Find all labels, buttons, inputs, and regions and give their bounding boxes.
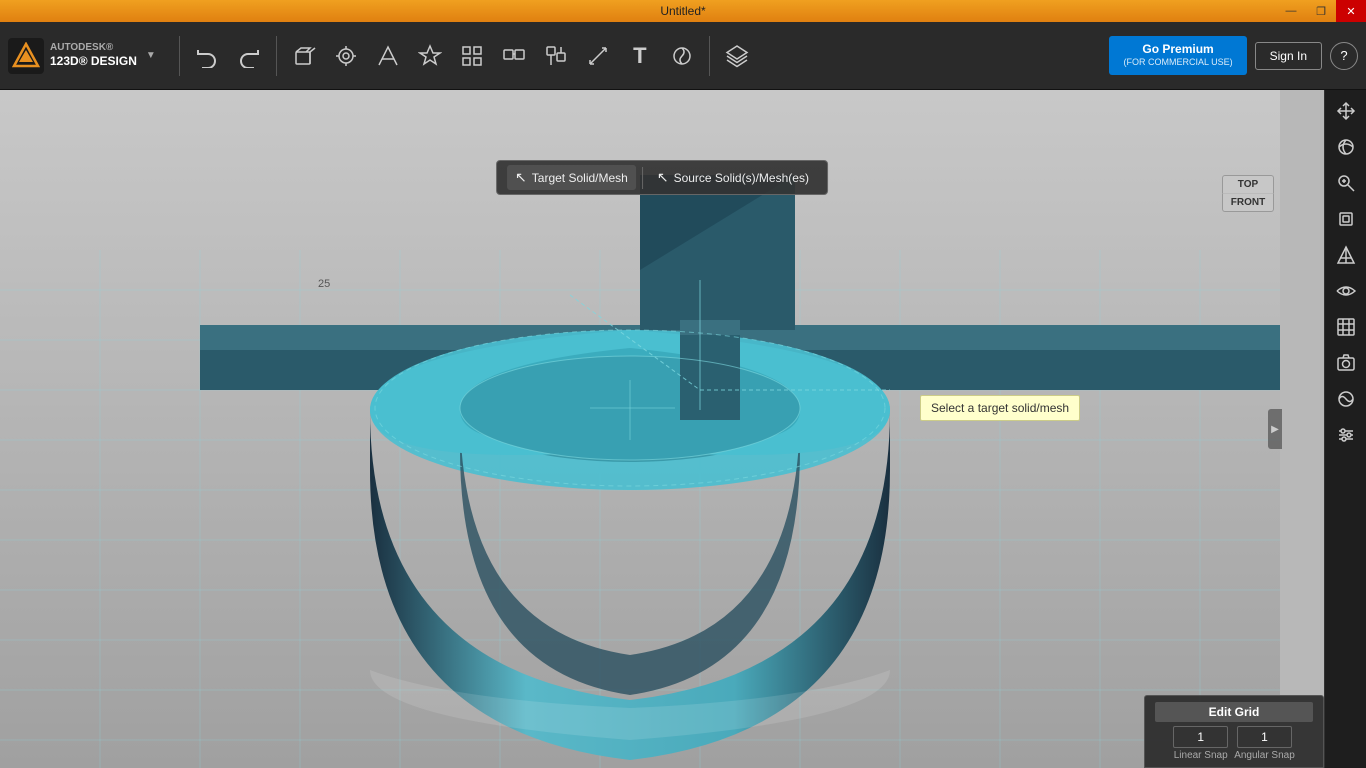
ruler-number: 25 <box>318 278 330 290</box>
angular-snap-field: Angular Snap <box>1234 726 1295 761</box>
source-solid-button[interactable]: ↖ Source Solid(s)/Mesh(es) <box>649 165 817 190</box>
main-area: 25 ↖ Target Solid/Mesh ↖ Source Solid(s)… <box>0 90 1366 768</box>
viewport-zoom-button[interactable] <box>1329 166 1363 200</box>
go-premium-button[interactable]: Go Premium (FOR COMMERCIAL USE) <box>1109 36 1246 75</box>
redo-button[interactable] <box>230 37 268 75</box>
target-label: Target Solid/Mesh <box>532 171 628 185</box>
modify-button[interactable] <box>411 37 449 75</box>
text-button[interactable]: T <box>621 37 659 75</box>
viewport-pan-button[interactable] <box>1329 94 1363 128</box>
tools-settings-button[interactable] <box>1329 418 1363 452</box>
edit-grid-label[interactable]: Edit Grid <box>1155 702 1313 722</box>
divider-1 <box>179 36 180 76</box>
material-button[interactable] <box>1329 382 1363 416</box>
3d-viewport[interactable]: 25 ↖ Target Solid/Mesh ↖ Source Solid(s)… <box>0 90 1324 768</box>
autodesk-label: AUTODESK® <box>50 42 137 54</box>
autodesk-logo-icon <box>8 38 44 74</box>
target-cursor-icon: ↖ <box>515 169 527 186</box>
viewport-orbit-button[interactable] <box>1329 130 1363 164</box>
expand-panel-arrow[interactable]: ▶ <box>1268 409 1282 449</box>
view-cube: TOP FRONT <box>1222 175 1274 212</box>
edit-grid-panel: Edit Grid Linear Snap Angular Snap <box>1144 695 1324 768</box>
viewport-tooltip: Select a target solid/mesh <box>920 395 1080 421</box>
viewport-grid-button[interactable] <box>1329 310 1363 344</box>
viewport-fit-button[interactable] <box>1329 202 1363 236</box>
angular-snap-input[interactable] <box>1237 726 1292 748</box>
undo-button[interactable] <box>188 37 226 75</box>
sketch-button[interactable] <box>327 37 365 75</box>
source-cursor-icon: ↖ <box>657 169 669 186</box>
minimize-button[interactable]: — <box>1276 0 1306 22</box>
linear-snap-label: Linear Snap <box>1174 750 1228 761</box>
layers-button[interactable] <box>718 37 756 75</box>
right-panel <box>1324 90 1366 768</box>
window-title: Untitled* <box>660 4 705 18</box>
group-button[interactable] <box>495 37 533 75</box>
angular-snap-label: Angular Snap <box>1234 750 1295 761</box>
premium-label: Go Premium <box>1123 42 1232 58</box>
product-label: 123D® DESIGN <box>50 54 137 68</box>
linear-snap-field: Linear Snap <box>1173 726 1228 761</box>
maximize-button[interactable]: ❐ <box>1306 0 1336 22</box>
snap-row: Linear Snap Angular Snap <box>1173 726 1295 761</box>
premium-area: Go Premium (FOR COMMERCIAL USE) Sign In … <box>1109 36 1358 75</box>
target-solid-button[interactable]: ↖ Target Solid/Mesh <box>507 165 636 190</box>
toolbar-popup-divider <box>642 167 643 189</box>
divider-2 <box>276 36 277 76</box>
close-button[interactable]: ✕ <box>1336 0 1366 22</box>
divider-3 <box>709 36 710 76</box>
source-label: Source Solid(s)/Mesh(es) <box>674 171 809 185</box>
logo-dropdown-button[interactable]: ▼ <box>143 48 159 64</box>
premium-sub-label: (FOR COMMERCIAL USE) <box>1123 57 1232 69</box>
subtract-toolbar: ↖ Target Solid/Mesh ↖ Source Solid(s)/Me… <box>496 160 828 195</box>
measure-button[interactable] <box>579 37 617 75</box>
window-controls: — ❐ ✕ <box>1276 0 1366 22</box>
sign-in-button[interactable]: Sign In <box>1255 42 1322 70</box>
main-toolbar: AUTODESK® 123D® DESIGN ▼ <box>0 22 1366 90</box>
tooltip-text: Select a target solid/mesh <box>931 401 1069 415</box>
primitive-box-button[interactable] <box>285 37 323 75</box>
viewport-perspective-button[interactable] <box>1329 238 1363 272</box>
viewport-visibility-button[interactable] <box>1329 274 1363 308</box>
screenshot-button[interactable] <box>1329 346 1363 380</box>
logo-area: AUTODESK® 123D® DESIGN ▼ <box>8 38 159 74</box>
view-cube-front-button[interactable]: FRONT <box>1222 193 1274 212</box>
pattern-button[interactable] <box>453 37 491 75</box>
title-bar: Untitled* — ❐ ✕ <box>0 0 1366 22</box>
logo-text: AUTODESK® 123D® DESIGN <box>50 42 137 68</box>
construct-button[interactable] <box>369 37 407 75</box>
snap-button[interactable] <box>663 37 701 75</box>
linear-snap-input[interactable] <box>1173 726 1228 748</box>
view-cube-top-button[interactable]: TOP <box>1222 175 1274 193</box>
help-button[interactable]: ? <box>1330 42 1358 70</box>
align-button[interactable] <box>537 37 575 75</box>
